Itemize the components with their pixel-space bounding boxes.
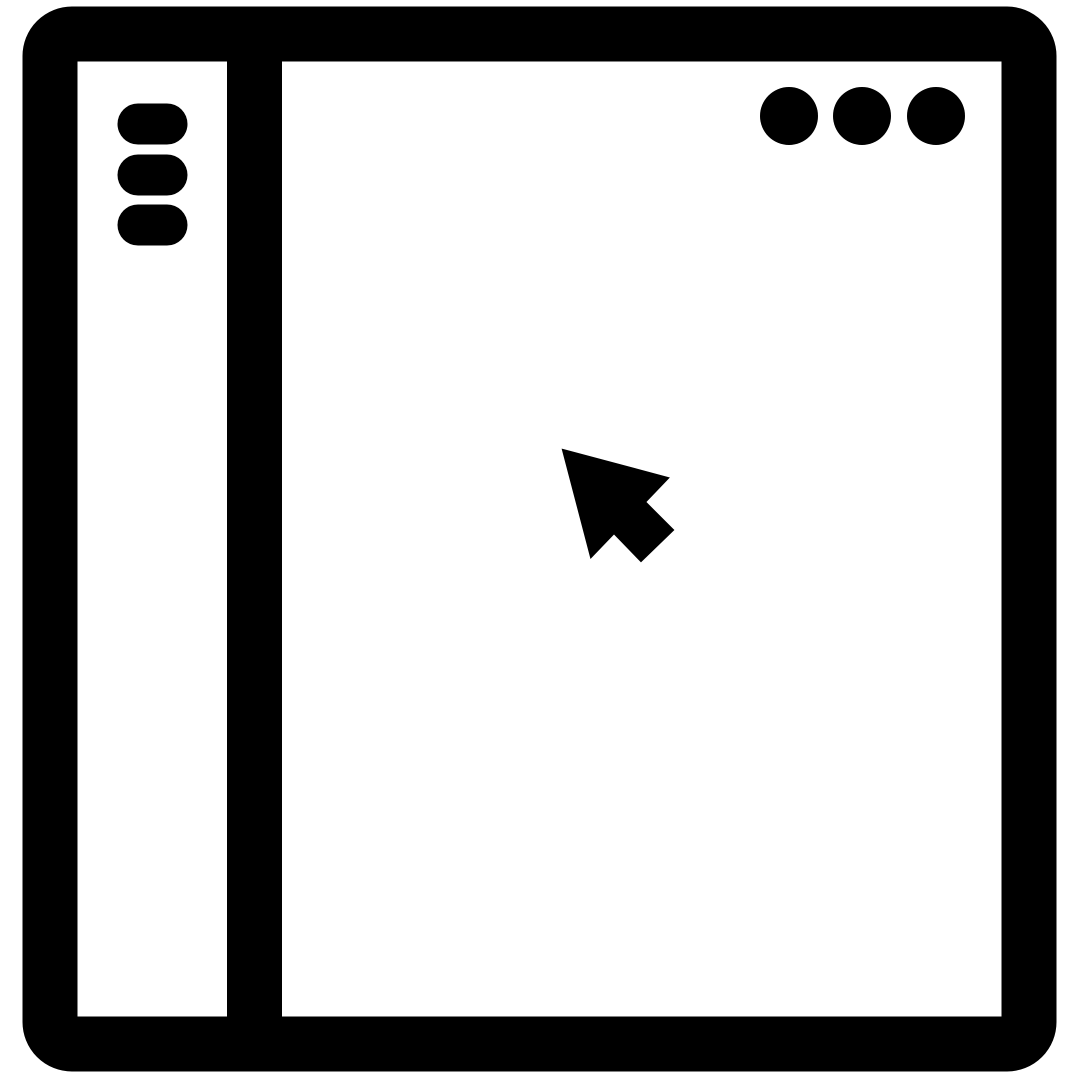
sidebar-divider [227, 34, 282, 1044]
more-dots-icon[interactable] [760, 87, 965, 145]
app-window-icon-graphic [0, 0, 1080, 1080]
app-window-icon [22, 6, 1057, 1072]
window-dot-2[interactable] [833, 87, 891, 145]
mouse-pointer-icon [561, 448, 675, 563]
window-dot-3[interactable] [907, 87, 965, 145]
window-dot-1[interactable] [760, 87, 818, 145]
hamburger-menu-icon[interactable] [117, 103, 188, 246]
window-frame [22, 6, 1057, 1072]
